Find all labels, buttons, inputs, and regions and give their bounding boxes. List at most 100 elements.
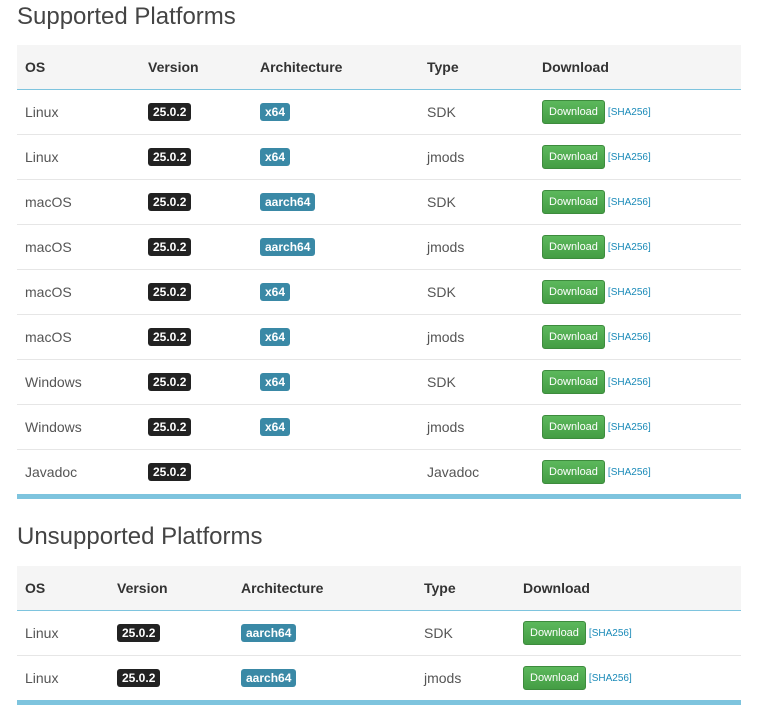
os-cell: Windows (17, 359, 140, 405)
table-row: Windows 25.0.2 x64 jmods Download [SHA256] (17, 404, 741, 450)
table-row: Javadoc 25.0.2 Javadoc Download [SHA256] (17, 449, 741, 497)
unsupported-header-version: Version (109, 566, 233, 611)
sha256-link[interactable]: [SHA256] (589, 628, 632, 639)
download-button[interactable]: Download (542, 415, 605, 439)
download-cell: Download [SHA256] (515, 611, 741, 656)
unsupported-table-header: OS Version Architecture Type Download (17, 566, 741, 611)
table-row: Linux 25.0.2 aarch64 jmods Download [SHA256] (17, 655, 741, 703)
download-cell: Download [SHA256] (534, 224, 741, 270)
architecture-badge: x64 (260, 418, 291, 436)
architecture-cell: x64 (252, 90, 419, 135)
download-button[interactable]: Download (542, 460, 605, 484)
download-button[interactable]: Download (542, 190, 605, 214)
sha256-link[interactable]: [SHA256] (589, 673, 632, 684)
download-button[interactable]: Download (523, 621, 586, 645)
architecture-cell: aarch64 (233, 655, 416, 703)
architecture-cell: x64 (252, 359, 419, 405)
download-button[interactable]: Download (542, 145, 605, 169)
download-button[interactable]: Download (542, 325, 605, 349)
os-cell: macOS (17, 224, 140, 270)
table-row: Linux 25.0.2 x64 SDK Download [SHA256] (17, 90, 741, 135)
sha256-link[interactable]: [SHA256] (608, 332, 651, 343)
version-cell: 25.0.2 (140, 449, 252, 497)
table-row: macOS 25.0.2 aarch64 SDK Download [SHA256] (17, 179, 741, 225)
sha256-link[interactable]: [SHA256] (608, 242, 651, 253)
sha256-link[interactable]: [SHA256] (608, 467, 651, 478)
architecture-cell (252, 449, 419, 497)
version-cell: 25.0.2 (140, 224, 252, 270)
supported-platforms-heading: Supported Platforms (17, 3, 236, 30)
supported-platforms-table: OS Version Architecture Type Download Linux 2… (17, 45, 741, 499)
unsupported-header-os: OS (17, 566, 109, 611)
type-cell: SDK (427, 104, 456, 120)
download-button[interactable]: Download (542, 235, 605, 259)
os-cell: Linux (25, 625, 59, 641)
type-cell: jmods (419, 224, 534, 270)
download-cell: Download [SHA256] (515, 655, 741, 703)
architecture-cell: aarch64 (233, 611, 416, 656)
os-cell: Javadoc (17, 449, 140, 497)
architecture-badge: x64 (260, 328, 291, 346)
version-badge: 25.0.2 (148, 148, 192, 166)
supported-header-version: Version (140, 45, 252, 90)
version-cell: 25.0.2 (140, 90, 252, 135)
architecture-cell: x64 (252, 269, 419, 315)
version-badge: 25.0.2 (148, 373, 192, 391)
page: Supported Platforms OS Version Architectur… (0, 0, 776, 710)
download-cell: Download [SHA256] (534, 269, 741, 315)
table-row: macOS 25.0.2 x64 SDK Download [SHA256] (17, 269, 741, 315)
sha256-link[interactable]: [SHA256] (608, 152, 651, 163)
version-badge: 25.0.2 (148, 328, 192, 346)
architecture-badge: x64 (260, 148, 291, 166)
version-cell: 25.0.2 (140, 404, 252, 450)
version-badge: 25.0.2 (117, 624, 161, 642)
sha256-link[interactable]: [SHA256] (608, 377, 651, 388)
type-cell: SDK (424, 625, 453, 641)
version-badge: 25.0.2 (148, 238, 192, 256)
type-cell: SDK (419, 269, 534, 315)
version-cell: 25.0.2 (140, 359, 252, 405)
download-button[interactable]: Download (542, 280, 605, 304)
unsupported-header-architecture: Architecture (233, 566, 416, 611)
type-cell: SDK (419, 179, 534, 225)
sha256-link[interactable]: [SHA256] (608, 287, 651, 298)
table-row: Linux 25.0.2 aarch64 SDK Download [SHA256] (17, 611, 741, 656)
version-cell: 25.0.2 (140, 134, 252, 180)
download-button[interactable]: Download (542, 100, 605, 124)
os-cell: Linux (25, 104, 59, 120)
architecture-badge: x64 (260, 373, 291, 391)
supported-header-os: OS (17, 45, 140, 90)
architecture-badge: aarch64 (260, 238, 316, 256)
download-cell: Download [SHA256] (534, 134, 741, 180)
unsupported-header-type: Type (416, 566, 515, 611)
architecture-cell: x64 (252, 314, 419, 360)
architecture-badge: x64 (260, 103, 291, 121)
sha256-link[interactable]: [SHA256] (608, 107, 651, 118)
sha256-link[interactable]: [SHA256] (608, 422, 651, 433)
download-cell: Download [SHA256] (534, 90, 741, 135)
download-cell: Download [SHA256] (534, 314, 741, 360)
architecture-badge: x64 (260, 283, 291, 301)
version-cell: 25.0.2 (140, 269, 252, 315)
os-cell: macOS (17, 179, 140, 225)
architecture-badge: aarch64 (241, 624, 297, 642)
architecture-cell: aarch64 (252, 224, 419, 270)
os-cell: Linux (17, 655, 109, 703)
os-cell: macOS (17, 269, 140, 315)
type-cell: SDK (419, 359, 534, 405)
supported-header-download: Download (534, 45, 741, 90)
version-badge: 25.0.2 (148, 103, 192, 121)
download-button[interactable]: Download (542, 370, 605, 394)
supported-header-architecture: Architecture (252, 45, 419, 90)
download-button[interactable]: Download (523, 666, 586, 690)
type-cell: jmods (416, 655, 515, 703)
os-cell: macOS (17, 314, 140, 360)
supported-header-type: Type (419, 45, 534, 90)
sha256-link[interactable]: [SHA256] (608, 197, 651, 208)
type-cell: jmods (419, 134, 534, 180)
architecture-badge: aarch64 (241, 669, 297, 687)
unsupported-platforms-table: OS Version Architecture Type Download Linux 2… (17, 566, 741, 705)
version-badge: 25.0.2 (148, 283, 192, 301)
type-cell: jmods (419, 314, 534, 360)
version-cell: 25.0.2 (140, 179, 252, 225)
